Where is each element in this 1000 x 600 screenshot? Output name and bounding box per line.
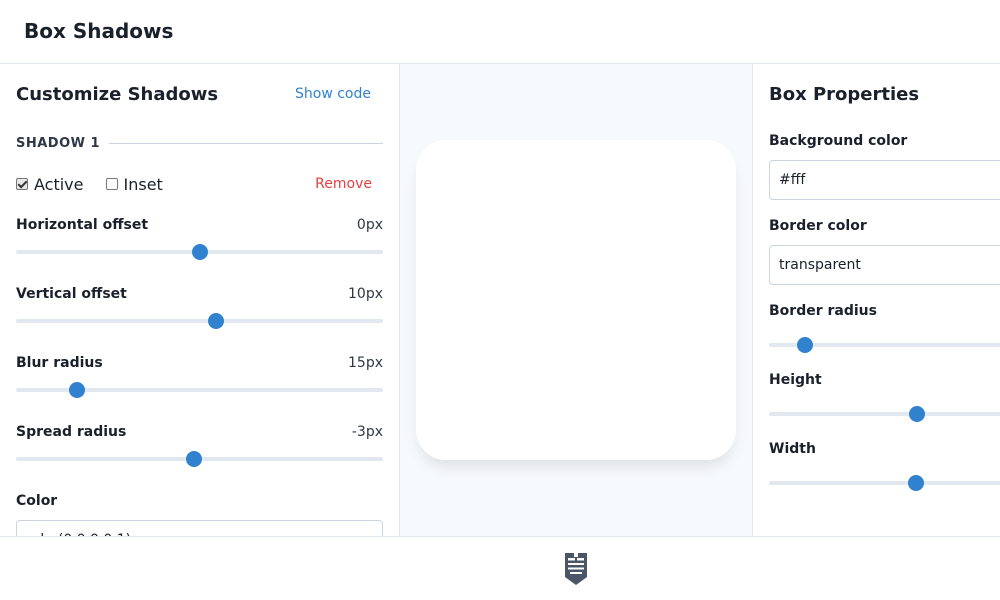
preview-box bbox=[416, 140, 736, 460]
vertical-offset-slider[interactable] bbox=[16, 313, 383, 329]
slider-thumb[interactable] bbox=[191, 244, 208, 260]
height-label: Height bbox=[769, 372, 822, 388]
background-color-input[interactable] bbox=[769, 160, 1000, 200]
shadow-section-label: SHADOW 1 bbox=[16, 135, 101, 151]
slider-thumb[interactable] bbox=[68, 382, 85, 398]
panel-title: Box Properties bbox=[769, 84, 920, 105]
active-label: Active bbox=[34, 174, 84, 194]
border-color-label: Border color bbox=[769, 218, 867, 234]
slider-thumb[interactable] bbox=[185, 451, 202, 467]
width-slider[interactable] bbox=[769, 475, 1000, 491]
customize-shadows-panel: Customize Shadows Show code SHADOW 1 Act… bbox=[0, 64, 400, 536]
shadow-section-header: SHADOW 1 bbox=[16, 135, 383, 151]
header: Box Shadows bbox=[0, 0, 1000, 64]
width-label: Width bbox=[769, 441, 816, 457]
height-slider[interactable] bbox=[769, 406, 1000, 422]
horizontal-offset-control: Horizontal offset 0px bbox=[16, 217, 383, 277]
footer bbox=[0, 536, 1000, 600]
shield-logo-icon bbox=[565, 553, 587, 585]
slider-label: Horizontal offset bbox=[16, 217, 149, 233]
app: Box Shadows Customize Shadows Show code … bbox=[0, 0, 1000, 600]
slider-thumb[interactable] bbox=[797, 337, 814, 353]
divider bbox=[109, 142, 383, 144]
slider-value: 15px bbox=[348, 355, 383, 371]
spread-radius-control: Spread radius -3px bbox=[16, 424, 383, 484]
slider-thumb[interactable] bbox=[208, 313, 224, 329]
preview-area bbox=[400, 64, 752, 536]
blur-radius-control: Blur radius 15px bbox=[16, 355, 383, 415]
border-radius-label: Border radius bbox=[769, 303, 877, 319]
shadow-options-row: Active Inset Remove bbox=[16, 174, 372, 194]
slider-thumb[interactable] bbox=[909, 406, 926, 422]
page-title: Box Shadows bbox=[24, 19, 174, 43]
border-radius-slider[interactable] bbox=[769, 337, 1000, 353]
horizontal-offset-slider[interactable] bbox=[16, 244, 383, 260]
active-checkbox[interactable] bbox=[16, 178, 28, 190]
show-code-button[interactable]: Show code bbox=[295, 86, 371, 102]
slider-value: 10px bbox=[348, 286, 383, 302]
background-color-label: Background color bbox=[769, 133, 908, 149]
active-toggle[interactable]: Active bbox=[16, 175, 84, 194]
remove-shadow-button[interactable]: Remove bbox=[315, 176, 372, 192]
blur-radius-slider[interactable] bbox=[16, 382, 383, 398]
inset-label: Inset bbox=[123, 174, 163, 194]
spread-radius-slider[interactable] bbox=[16, 451, 383, 467]
slider-label: Blur radius bbox=[16, 355, 103, 371]
vertical-offset-control: Vertical offset 10px bbox=[16, 286, 383, 346]
inset-checkbox[interactable] bbox=[105, 178, 118, 190]
shadow-color-input[interactable] bbox=[16, 520, 383, 536]
inset-toggle[interactable]: Inset bbox=[105, 174, 163, 194]
slider-value: -3px bbox=[351, 424, 383, 440]
panel-title: Customize Shadows bbox=[16, 84, 219, 105]
slider-label: Spread radius bbox=[16, 424, 127, 440]
color-label: Color bbox=[16, 493, 58, 509]
border-color-input[interactable] bbox=[769, 245, 1000, 285]
slider-label: Vertical offset bbox=[16, 286, 127, 302]
slider-thumb[interactable] bbox=[907, 475, 924, 491]
slider-value: 0px bbox=[356, 217, 383, 233]
box-properties-panel: Box Properties Background color Border c… bbox=[752, 64, 1000, 536]
